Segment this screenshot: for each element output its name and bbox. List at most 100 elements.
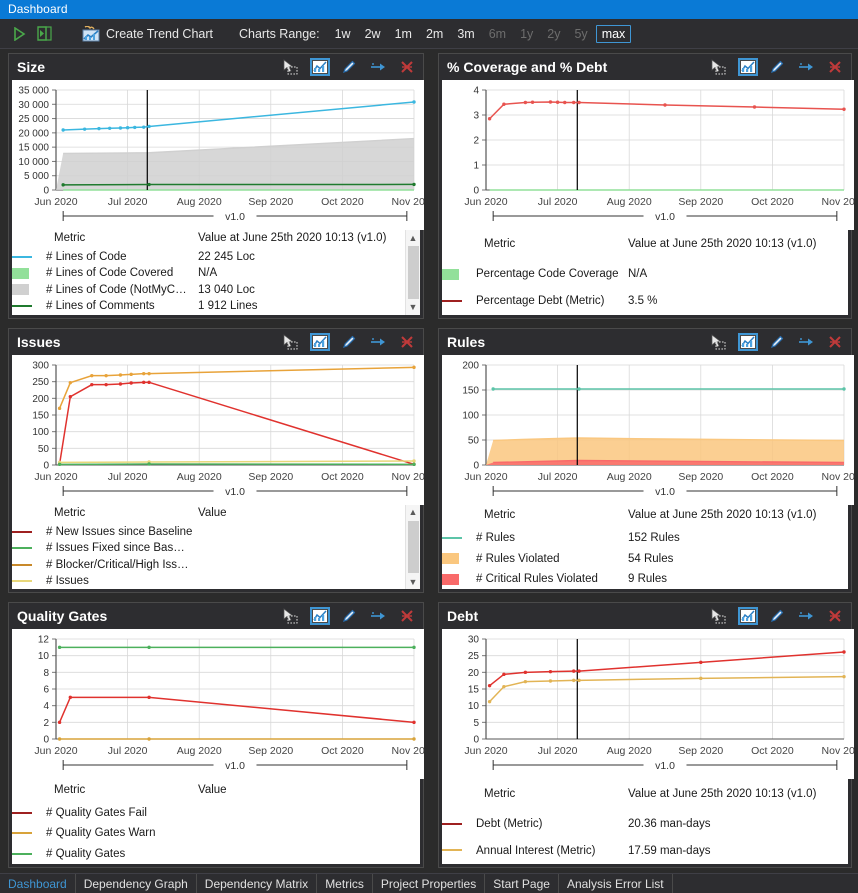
range-button-2w[interactable]: 2w (359, 25, 387, 43)
legend-row[interactable]: # Lines of Comments1 912 Lines (12, 298, 405, 314)
legend-swatch (12, 844, 46, 864)
legend-row[interactable]: # New Issues since Baseline (12, 523, 405, 539)
go-to-arrow-icon[interactable] (796, 607, 816, 625)
create-trend-chart-button[interactable]: Create Trend Chart (82, 26, 213, 42)
chart-rules[interactable]: 050100150200Jun 2020Jul 2020Aug 2020Sep … (442, 355, 848, 505)
chart-quality-gates[interactable]: 024681012Jun 2020Jul 2020Aug 2020Sep 202… (12, 629, 420, 779)
close-x-icon[interactable] (397, 607, 417, 625)
svg-text:Jun 2020: Jun 2020 (34, 196, 77, 208)
go-to-arrow-icon[interactable] (368, 58, 388, 76)
legend-table: MetricValue# Quality Gates Fail# Quality… (12, 779, 420, 864)
scrollbar-thumb[interactable] (408, 246, 419, 299)
scroll-up-arrow-icon[interactable]: ▲ (406, 230, 421, 245)
range-button-1m[interactable]: 1m (389, 25, 418, 43)
play-icon[interactable] (6, 22, 32, 46)
chart-view-icon[interactable] (738, 58, 758, 76)
legend-header-swatch (12, 505, 46, 524)
svg-text:Aug 2020: Aug 2020 (607, 745, 652, 757)
range-button-3m[interactable]: 3m (451, 25, 480, 43)
edit-pencil-icon[interactable] (767, 58, 787, 76)
legend-row[interactable]: # Lines of Code22 245 Loc (12, 249, 405, 265)
legend-swatch (442, 810, 476, 837)
pointer-select-icon[interactable] (281, 58, 301, 76)
svg-text:Jul 2020: Jul 2020 (538, 745, 578, 757)
scrollbar-thumb[interactable] (408, 521, 419, 574)
tab-analysis-error-list[interactable]: Analysis Error List (559, 874, 673, 893)
edit-pencil-icon[interactable] (767, 333, 787, 351)
legend-scrollbar[interactable]: ▲▼ (405, 505, 420, 590)
scroll-down-arrow-icon[interactable]: ▼ (406, 574, 421, 589)
scroll-down-arrow-icon[interactable]: ▼ (406, 300, 421, 315)
legend-row[interactable]: # Quality Gates (12, 844, 420, 864)
edit-pencil-icon[interactable] (767, 607, 787, 625)
chart-size[interactable]: 05 00010 00015 00020 00025 00030 00035 0… (12, 80, 420, 230)
chart-debt[interactable]: 051015202530Jun 2020Jul 2020Aug 2020Sep … (442, 629, 848, 779)
legend-row[interactable]: # Critical Rules Violated9 Rules (442, 569, 848, 589)
chart-view-icon[interactable] (310, 58, 330, 76)
svg-text:Oct 2020: Oct 2020 (321, 745, 364, 757)
panel-coverage-debt: % Coverage and % Debt01234Jun 2020Jul 20… (430, 49, 858, 324)
close-x-icon[interactable] (397, 58, 417, 76)
pointer-select-icon[interactable] (709, 333, 729, 351)
tab-dashboard[interactable]: Dashboard (0, 874, 76, 893)
legend-header-metric: Metric (46, 505, 198, 524)
chart-coverage-debt[interactable]: 01234Jun 2020Jul 2020Aug 2020Sep 2020Oct… (442, 80, 848, 230)
pointer-select-icon[interactable] (709, 58, 729, 76)
legend-table-wrap: MetricValue at June 25th 2020 10:13 (v1.… (442, 779, 848, 864)
close-x-icon[interactable] (825, 333, 845, 351)
chart-view-icon[interactable] (738, 333, 758, 351)
pointer-select-icon[interactable] (281, 607, 301, 625)
legend-row[interactable]: # Rules152 Rules (442, 528, 848, 548)
legend-row[interactable]: # Blocker/Critical/High Iss… (12, 556, 405, 572)
legend-metric-name: # Critical Rules Violated (476, 569, 628, 589)
range-button-1w[interactable]: 1w (329, 25, 357, 43)
edit-pencil-icon[interactable] (339, 333, 359, 351)
edit-pencil-icon[interactable] (339, 607, 359, 625)
svg-text:Jul 2020: Jul 2020 (538, 196, 578, 208)
svg-text:50: 50 (468, 435, 480, 446)
close-x-icon[interactable] (825, 607, 845, 625)
go-to-arrow-icon[interactable] (796, 333, 816, 351)
range-button-max[interactable]: max (596, 25, 632, 43)
legend-metric-name: Percentage Debt (Metric) (476, 288, 628, 315)
legend-metric-value: 22 245 Loc (198, 249, 405, 265)
go-to-arrow-icon[interactable] (796, 58, 816, 76)
tab-project-properties[interactable]: Project Properties (373, 874, 485, 893)
legend-row[interactable]: Percentage Code CoverageN/A (442, 261, 848, 288)
legend-row[interactable]: # Lines of Code CoveredN/A (12, 265, 405, 281)
legend-scrollbar[interactable]: ▲▼ (405, 230, 420, 315)
legend-row[interactable]: Annual Interest (Metric)17.59 man-days (442, 837, 848, 864)
legend-swatch (442, 548, 476, 568)
chart-view-icon[interactable] (310, 333, 330, 351)
edit-pencil-icon[interactable] (339, 58, 359, 76)
chart-view-icon[interactable] (310, 607, 330, 625)
tab-dependency-graph[interactable]: Dependency Graph (76, 874, 197, 893)
window-title: Dashboard (8, 2, 68, 16)
go-to-arrow-icon[interactable] (368, 333, 388, 351)
legend-metric-name: # Quality Gates Warn (46, 823, 198, 843)
legend-row[interactable]: # Lines of Code (NotMyC…13 040 Loc (12, 282, 405, 298)
tab-start-page[interactable]: Start Page (485, 874, 559, 893)
export-report-icon[interactable] (32, 22, 58, 46)
legend-row[interactable]: # Rules Violated54 Rules (442, 548, 848, 568)
scroll-up-arrow-icon[interactable]: ▲ (406, 505, 421, 520)
pointer-select-icon[interactable] (281, 333, 301, 351)
chart-view-icon[interactable] (738, 607, 758, 625)
legend-row[interactable]: # Issues Fixed since Bas… (12, 540, 405, 556)
close-x-icon[interactable] (397, 333, 417, 351)
svg-text:30 000: 30 000 (18, 100, 49, 111)
range-button-2m[interactable]: 2m (420, 25, 449, 43)
legend-row[interactable]: Percentage Debt (Metric)3.5 % (442, 288, 848, 315)
legend-row[interactable]: Debt (Metric)20.36 man-days (442, 810, 848, 837)
tab-dependency-matrix[interactable]: Dependency Matrix (197, 874, 317, 893)
legend-row[interactable]: # Issues (12, 573, 405, 590)
create-trend-chart-label: Create Trend Chart (106, 27, 213, 41)
legend-row[interactable]: # Quality Gates Fail (12, 803, 420, 823)
close-x-icon[interactable] (825, 58, 845, 76)
go-to-arrow-icon[interactable] (368, 607, 388, 625)
legend-row[interactable]: # Quality Gates Warn (12, 823, 420, 843)
svg-text:Jun 2020: Jun 2020 (464, 471, 507, 483)
tab-metrics[interactable]: Metrics (317, 874, 373, 893)
pointer-select-icon[interactable] (709, 607, 729, 625)
chart-issues[interactable]: 050100150200250300Jun 2020Jul 2020Aug 20… (12, 355, 420, 505)
